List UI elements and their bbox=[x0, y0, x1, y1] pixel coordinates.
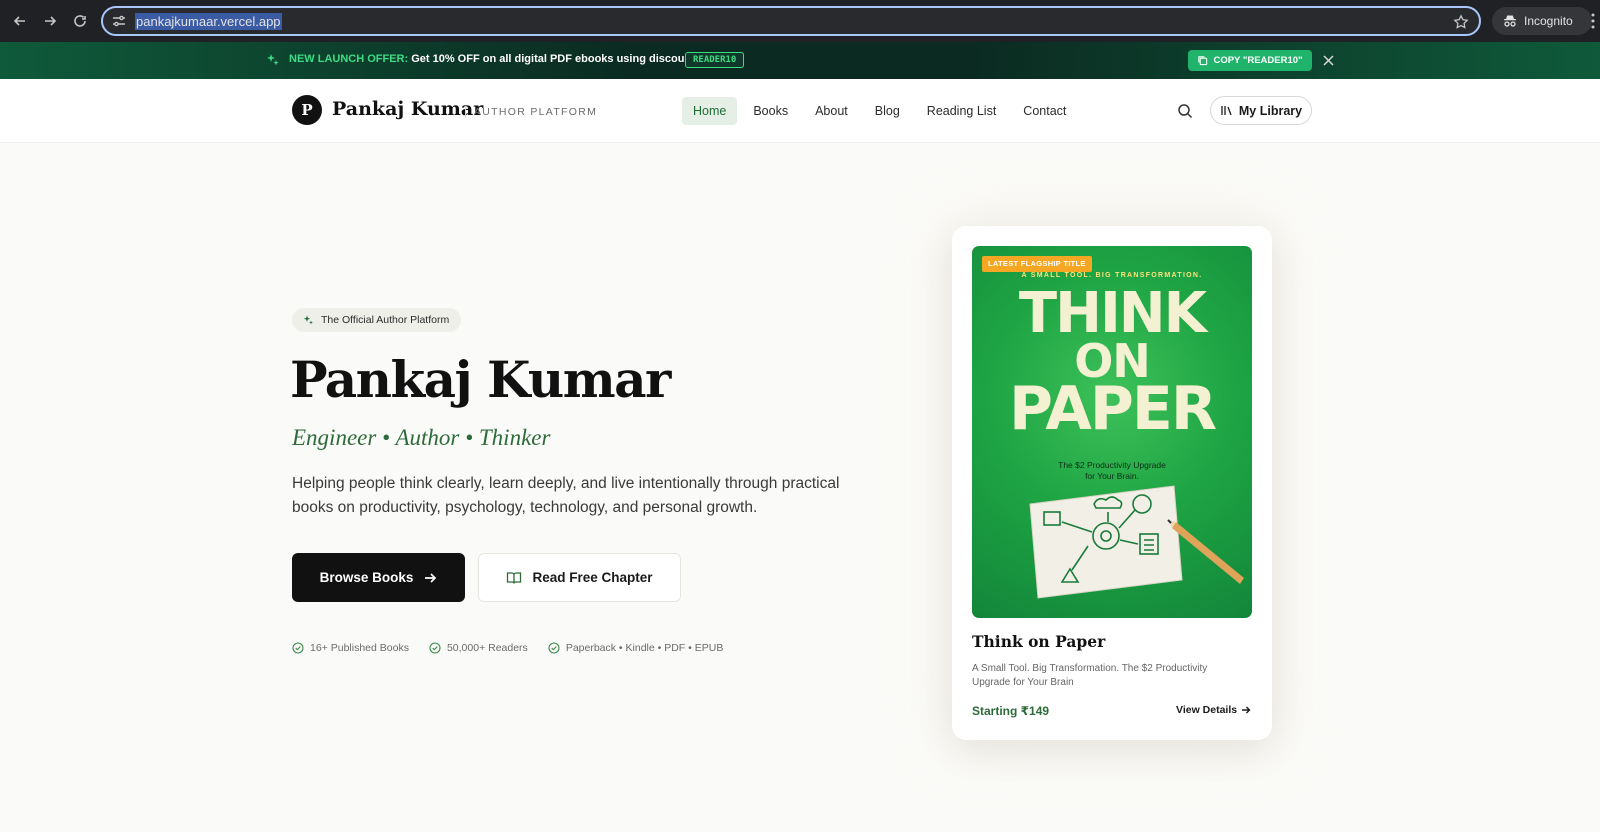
cover-kicker: A SMALL TOOL. BIG TRANSFORMATION. bbox=[1021, 272, 1203, 279]
cover-title-line: THINK bbox=[1018, 281, 1207, 346]
address-bar[interactable]: pankajkumaar.vercel.app bbox=[101, 6, 1481, 36]
stat-formats: Paperback • Kindle • PDF • EPUB bbox=[565, 642, 724, 654]
my-library-label: My Library bbox=[1238, 103, 1303, 118]
reload-icon[interactable] bbox=[66, 7, 94, 35]
read-free-chapter-button[interactable]: Read Free Chapter bbox=[478, 553, 681, 602]
logo-mark[interactable]: P bbox=[292, 95, 322, 125]
read-free-chapter-label: Read Free Chapter bbox=[532, 570, 653, 585]
platform-badge: The Official Author Platform bbox=[292, 308, 462, 332]
view-details-link[interactable]: View Details bbox=[1176, 704, 1251, 716]
incognito-icon bbox=[1504, 15, 1516, 27]
cover-subtitle: The $2 Productivity Upgrade for Your Bra… bbox=[972, 460, 1252, 482]
book-title[interactable]: Think on Paper bbox=[972, 632, 1105, 651]
book-description: A Small Tool. Big Transformation. The $2… bbox=[972, 663, 1208, 688]
cover-subtitle-line: for Your Brain. bbox=[1085, 471, 1139, 481]
nav-blog[interactable]: Blog bbox=[864, 97, 911, 125]
check-circle-icon bbox=[429, 642, 441, 654]
nav-books[interactable]: Books bbox=[742, 97, 799, 125]
browser-toolbar: pankajkumaar.vercel.app Incognito bbox=[0, 0, 1600, 42]
check-circle-icon bbox=[292, 642, 304, 654]
browser-menu-icon[interactable] bbox=[1590, 12, 1596, 30]
arrow-right-icon bbox=[1242, 706, 1251, 714]
promo-body: Get 10% OFF on all digital PDF ebooks us… bbox=[411, 53, 724, 65]
paper-sketch-illustration bbox=[1029, 485, 1244, 599]
nav-home[interactable]: Home bbox=[682, 97, 738, 125]
cover-subtitle-line: The $2 Productivity Upgrade bbox=[1058, 460, 1166, 470]
hero-title: Pankaj Kumar bbox=[290, 350, 671, 409]
brand-subtitle: AUTHOR PLATFORM bbox=[465, 106, 597, 118]
book-cover[interactable]: LATEST FLAGSHIP TITLE A SMALL TOOL. BIG … bbox=[972, 246, 1252, 618]
arrow-right-icon bbox=[425, 572, 437, 583]
copy-icon bbox=[1198, 56, 1208, 66]
sparkle-icon bbox=[267, 54, 279, 66]
stat-item: Paperback • Kindle • PDF • EPUB bbox=[548, 642, 724, 654]
cover-title-line: PAPER bbox=[1008, 373, 1217, 444]
featured-book-card[interactable]: LATEST FLAGSHIP TITLE A SMALL TOOL. BIG … bbox=[952, 226, 1272, 740]
open-book-icon bbox=[507, 571, 522, 584]
my-library-button[interactable]: My Library bbox=[1210, 96, 1312, 125]
nav-reading-list[interactable]: Reading List bbox=[916, 97, 1008, 125]
discount-code: READER10 bbox=[685, 52, 745, 68]
copy-code-button[interactable]: COPY "READER10" bbox=[1188, 50, 1312, 71]
flagship-badge: LATEST FLAGSHIP TITLE bbox=[982, 256, 1092, 272]
main-nav: Home Books About Blog Reading List Conta… bbox=[682, 97, 1082, 125]
close-icon[interactable] bbox=[1322, 54, 1335, 67]
hero-tagline: Engineer • Author • Thinker bbox=[292, 425, 551, 450]
incognito-indicator[interactable]: Incognito bbox=[1492, 7, 1592, 35]
nav-about[interactable]: About bbox=[804, 97, 859, 125]
nav-contact[interactable]: Contact bbox=[1012, 97, 1077, 125]
stat-item: 16+ Published Books bbox=[292, 642, 409, 654]
promo-message: NEW LAUNCH OFFER: Get 10% OFF on all dig… bbox=[289, 53, 724, 65]
stat-readers: 50,000+ Readers bbox=[446, 642, 528, 654]
back-icon[interactable] bbox=[6, 7, 34, 35]
hero-description: Helping people think clearly, learn deep… bbox=[292, 475, 840, 516]
platform-badge-label: The Official Author Platform bbox=[321, 314, 450, 326]
brand-name[interactable]: Pankaj Kumar bbox=[332, 98, 483, 120]
stat-item: 50,000+ Readers bbox=[429, 642, 528, 654]
sparkle-icon bbox=[303, 315, 313, 324]
site-settings-icon[interactable] bbox=[111, 13, 127, 29]
copy-code-label: COPY "READER10" bbox=[1213, 55, 1303, 66]
check-circle-icon bbox=[548, 642, 560, 654]
search-icon[interactable] bbox=[1177, 103, 1193, 119]
bookmark-star-icon[interactable] bbox=[1453, 14, 1469, 30]
library-icon bbox=[1221, 106, 1232, 116]
forward-icon[interactable] bbox=[36, 7, 64, 35]
announcement-bar: NEW LAUNCH OFFER: Get 10% OFF on all dig… bbox=[0, 42, 1600, 79]
url-text[interactable]: pankajkumaar.vercel.app bbox=[135, 12, 282, 30]
browse-books-label: Browse Books bbox=[319, 570, 414, 585]
cover-title: THINK ON PAPER bbox=[972, 281, 1252, 444]
stat-books: 16+ Published Books bbox=[310, 642, 409, 654]
view-details-label: View Details bbox=[1176, 704, 1238, 716]
hero-stats: 16+ Published Books 50,000+ Readers Pape… bbox=[292, 642, 743, 654]
book-price: Starting ₹149 bbox=[972, 704, 1050, 718]
site-header: P Pankaj Kumar AUTHOR PLATFORM Home Book… bbox=[0, 79, 1600, 143]
browse-books-button[interactable]: Browse Books bbox=[292, 553, 465, 602]
promo-highlight: NEW LAUNCH OFFER: bbox=[289, 53, 409, 65]
incognito-label: Incognito bbox=[1524, 14, 1573, 28]
